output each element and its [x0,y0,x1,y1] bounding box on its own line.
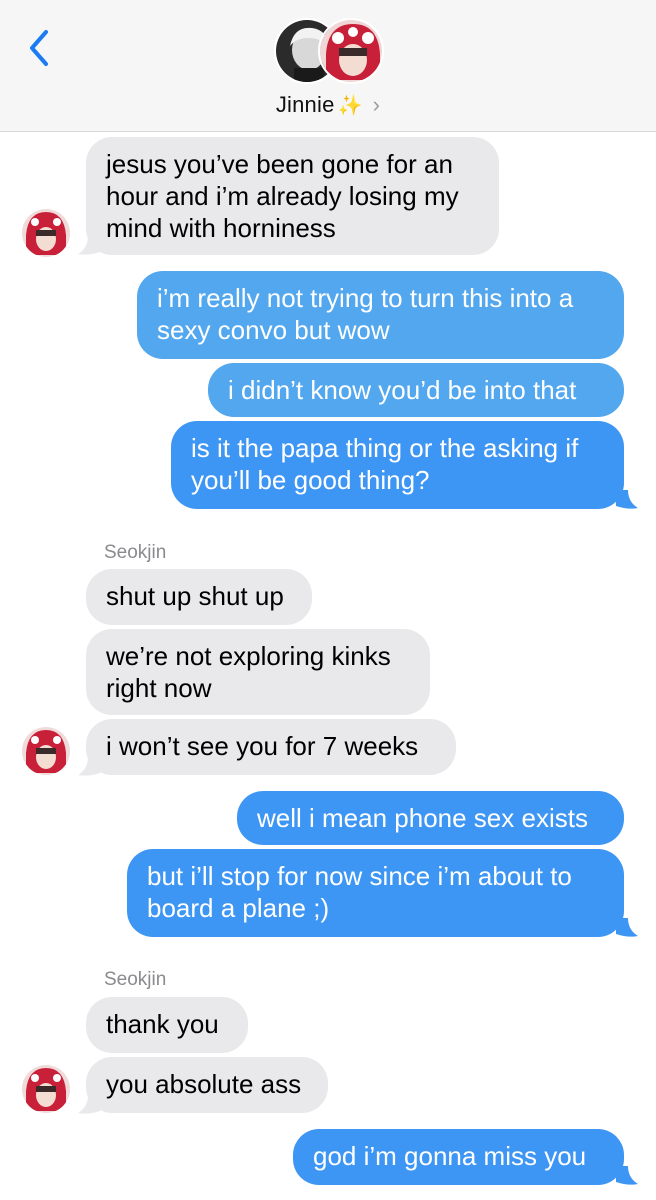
bubble-tail [616,918,638,937]
sender-avatar[interactable] [22,209,70,257]
message-line: you’ll be good thing? [191,465,430,495]
message-line: well i mean phone sex exists [257,803,588,833]
message-bubble-incoming[interactable]: jesus you’ve been gone for an hour and i… [86,137,499,255]
message-bubble-outgoing[interactable]: well i mean phone sex exists [237,791,624,845]
message-line: is it the papa thing or the asking if [191,433,579,463]
message-bubble-incoming[interactable]: thank you [86,997,248,1053]
message-line: but i’ll stop for now since i’m about to [147,861,572,891]
bubble-tail [616,1166,638,1185]
bubble-tail [616,490,638,509]
sender-name: Seokjin [104,969,167,990]
message-bubble-incoming[interactable]: i won’t see you for 7 weeks [86,719,456,775]
message-line: thank you [106,1009,219,1039]
sender-avatar[interactable] [22,1065,70,1113]
message-line: jesus you’ve been gone for an [106,149,453,179]
message-bubble-outgoing[interactable]: i didn’t know you’d be into that [208,363,624,417]
message-bubble-outgoing[interactable]: is it the papa thing or the asking if yo… [171,421,624,509]
message-line: we’re not exploring kinks [106,641,391,671]
message-line: you absolute ass [106,1069,302,1099]
message-line: right now [106,673,212,703]
message-line: hour and i’m already losing my [106,181,459,211]
sender-name: Seokjin [104,542,167,563]
message-line: god i’m gonna miss you [313,1141,587,1171]
bubble-tail [78,757,100,776]
message-line: i won’t see you for 7 weeks [106,731,419,761]
message-bubble-incoming[interactable]: we’re not exploring kinks right now [86,629,430,715]
message-line: sexy convo but wow [157,315,390,345]
message-bubble-outgoing[interactable]: but i’ll stop for now since i’m about to… [127,849,624,937]
message-bubble-outgoing[interactable]: god i’m gonna miss you [293,1129,624,1185]
message-line: i didn’t know you’d be into that [228,375,577,405]
message-bubble-outgoing[interactable]: i’m really not trying to turn this into … [137,271,624,359]
bubble-tail [78,1095,100,1114]
message-line: board a plane ;) [147,893,330,923]
message-thread: jesus you’ve been gone for an hour and i… [0,0,656,1200]
message-line: mind with horniness [106,213,336,243]
message-bubble-incoming[interactable]: you absolute ass [86,1057,328,1113]
bubble-tail [78,236,100,255]
message-line: i’m really not trying to turn this into … [157,283,574,313]
message-bubble-incoming[interactable]: shut up shut up [86,569,312,625]
sender-avatar[interactable] [22,727,70,775]
message-line: shut up shut up [106,581,284,611]
